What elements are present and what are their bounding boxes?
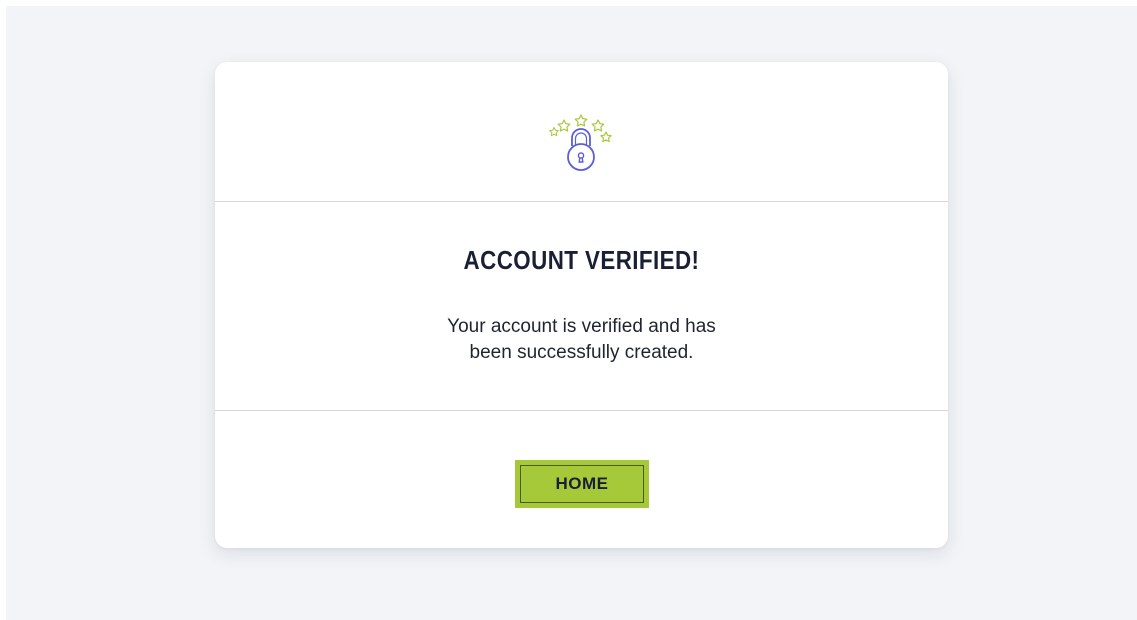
bottom-divider (215, 410, 948, 411)
icon-section (215, 62, 948, 201)
home-button-label: HOME (520, 465, 644, 503)
message-line-1: Your account is verified and has (447, 316, 716, 337)
lock-with-stars-icon (545, 110, 617, 174)
message-line-2: been successfully created. (469, 342, 694, 363)
page-background: ACCOUNT VERIFIED! Your account is verifi… (6, 6, 1137, 620)
page-title: ACCOUNT VERIFIED! (463, 245, 700, 275)
home-button[interactable]: HOME (515, 460, 649, 508)
top-divider (215, 201, 948, 202)
verification-card: ACCOUNT VERIFIED! Your account is verifi… (215, 62, 948, 548)
confirmation-message: Your account is verified and has been su… (215, 314, 948, 366)
